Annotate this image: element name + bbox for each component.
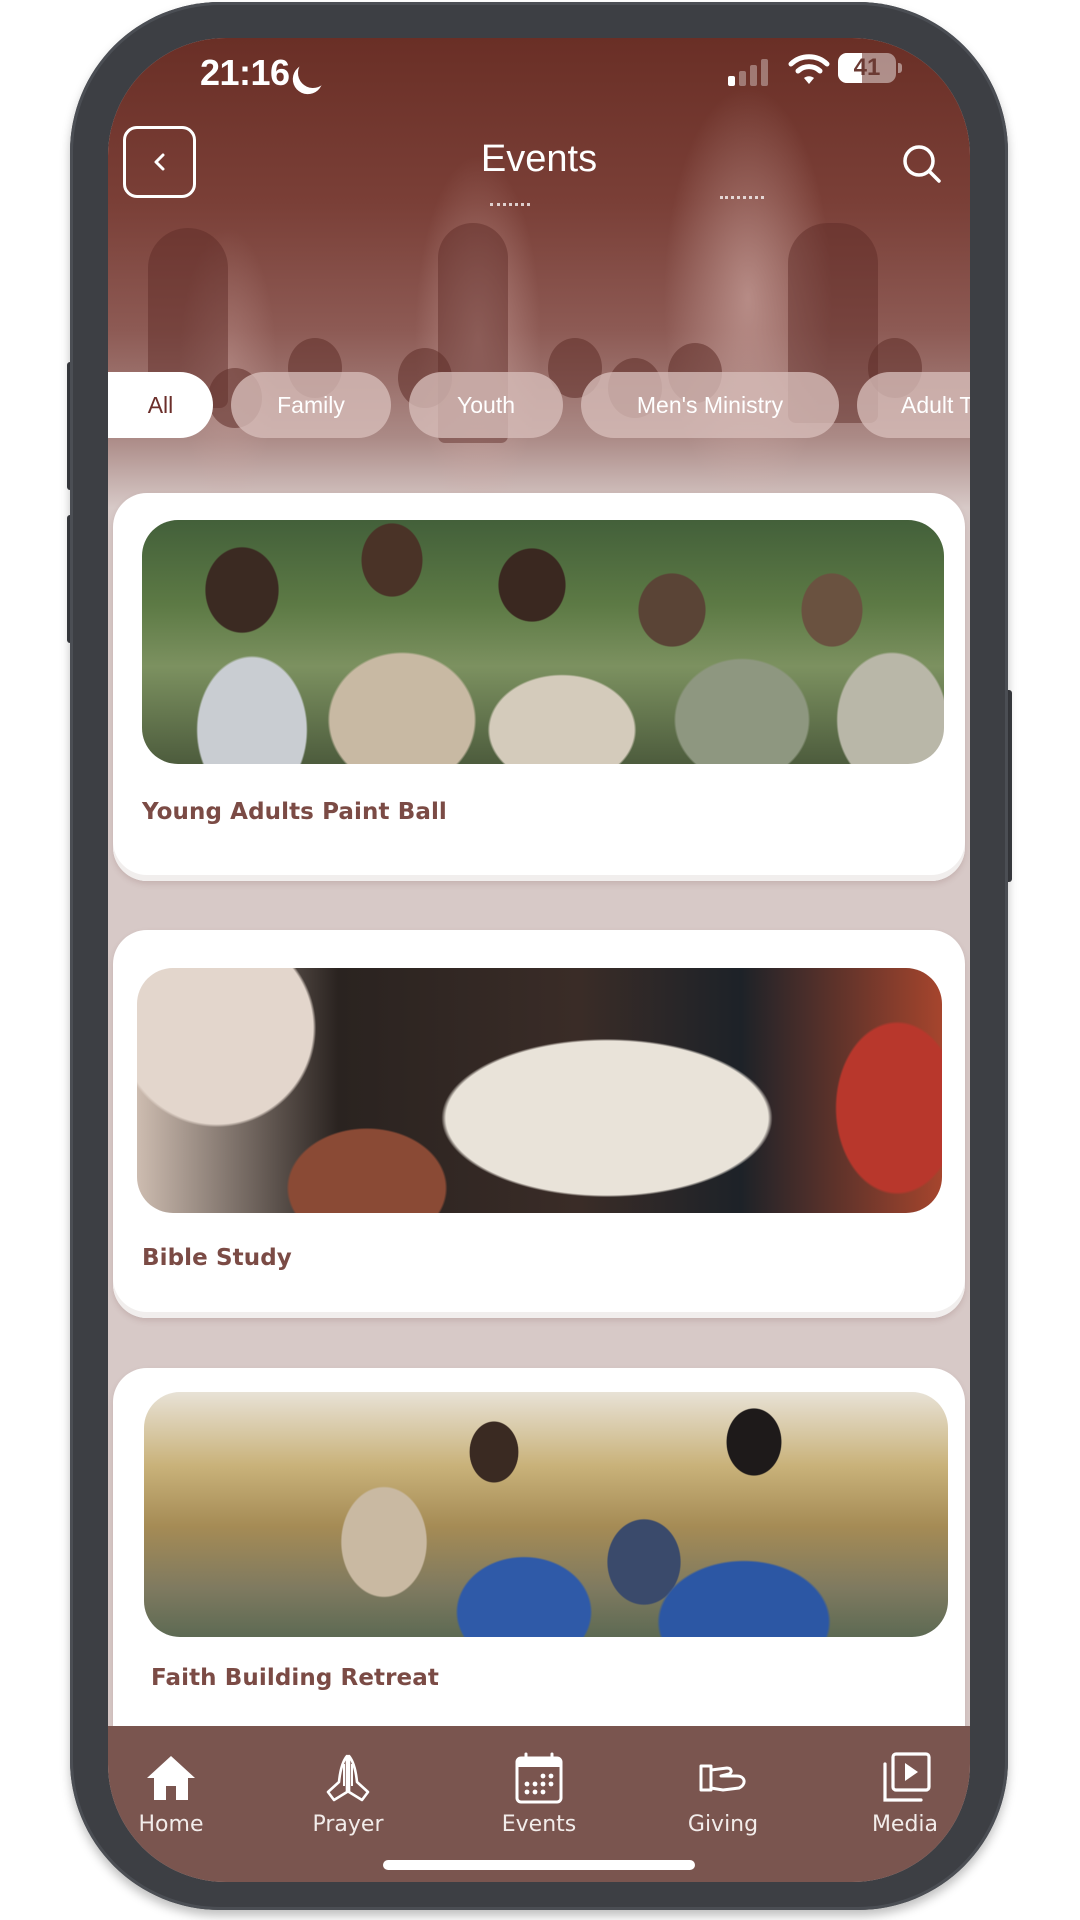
chip-label: Adult T (901, 391, 970, 418)
nav-home[interactable]: Home (111, 1748, 231, 1844)
nav-media[interactable]: Media (845, 1748, 965, 1844)
nav-label: Home (138, 1812, 204, 1837)
search-icon[interactable] (900, 142, 944, 186)
app-screen: 21:16 41 Events All Family Youth Men's M… (108, 38, 970, 1882)
nav-events[interactable]: Events (479, 1748, 599, 1844)
event-title: Bible Study (142, 1245, 292, 1271)
giving-hand-icon (699, 1764, 746, 1792)
chip-label: Men's Ministry (636, 391, 784, 418)
nav-label: Events (501, 1812, 577, 1837)
chip-all[interactable]: All (108, 372, 213, 438)
bottom-navigation: Home Prayer Events Giving Media (108, 1726, 970, 1882)
chip-label: Youth (457, 391, 515, 418)
stage-light (490, 203, 530, 207)
calendar-icon (515, 1752, 563, 1804)
event-image (144, 1392, 948, 1637)
wifi-icon (788, 54, 830, 84)
signal-icon (728, 56, 772, 86)
nav-giving[interactable]: Giving (663, 1748, 783, 1844)
status-time: 21:16 (200, 52, 290, 93)
battery-percent: 41 (853, 54, 881, 81)
battery-tip (898, 63, 902, 73)
chip-adult[interactable]: Adult T (857, 372, 970, 438)
chip-label: All (147, 391, 174, 418)
battery-icon: 41 (838, 53, 896, 83)
event-title: Young Adults Paint Ball (142, 799, 447, 825)
event-image (137, 968, 942, 1213)
event-image (142, 520, 944, 764)
chip-family[interactable]: Family (231, 372, 391, 438)
nav-label: Giving (687, 1812, 759, 1837)
nav-prayer[interactable]: Prayer (288, 1748, 408, 1844)
event-card[interactable]: Young Adults Paint Ball (113, 493, 965, 881)
page-title: Events (480, 138, 598, 180)
praying-hands-icon (326, 1754, 370, 1802)
event-card[interactable]: Bible Study (113, 930, 965, 1318)
nav-label: Prayer (312, 1812, 384, 1837)
chip-youth[interactable]: Youth (409, 372, 563, 438)
home-indicator[interactable] (383, 1860, 695, 1870)
category-filter-row: All Family Youth Men's Ministry Adult T (108, 372, 970, 438)
chip-label: Family (277, 391, 345, 418)
event-card[interactable]: Faith Building Retreat (113, 1368, 965, 1768)
chip-mens-ministry[interactable]: Men's Ministry (581, 372, 839, 438)
moon-icon (294, 54, 332, 92)
status-bar: 21:16 41 (108, 38, 970, 118)
stage-light (720, 196, 764, 200)
nav-label: Media (871, 1812, 939, 1837)
home-icon (147, 1756, 195, 1800)
event-title: Faith Building Retreat (151, 1665, 439, 1691)
media-play-icon (883, 1752, 931, 1802)
